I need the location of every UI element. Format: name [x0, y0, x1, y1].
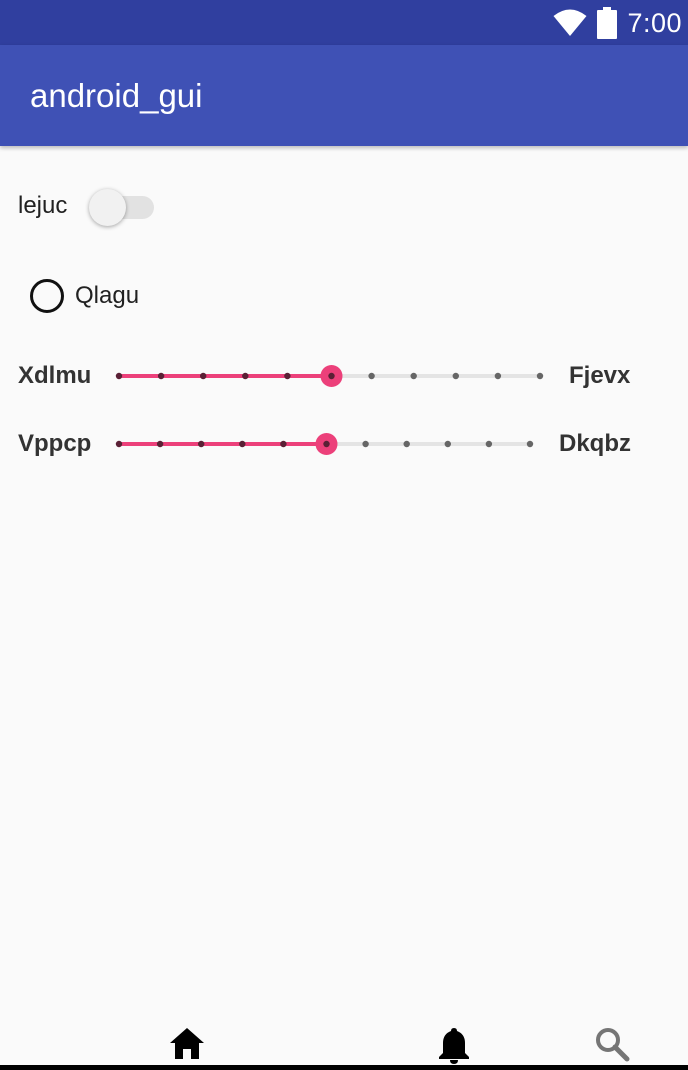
slider-tick [494, 372, 502, 380]
slider-tick [362, 440, 369, 448]
slider-tick [280, 440, 287, 448]
switch-label: lejuc [18, 192, 68, 219]
app-title: android_gui [30, 77, 203, 114]
status-bar: 7:00 [0, 0, 688, 45]
slider-tick [444, 440, 451, 448]
switch-thumb[interactable] [89, 189, 126, 226]
slider-tick [536, 372, 544, 380]
slider-tick [115, 372, 123, 380]
slider-tick [403, 440, 410, 448]
slider-tick [200, 372, 207, 380]
slider-tick [452, 372, 459, 380]
radio-button[interactable] [30, 279, 64, 313]
switch-row[interactable]: lejuc [18, 185, 154, 229]
slider-tick [115, 440, 123, 448]
slider-tick [485, 440, 493, 448]
search-icon[interactable] [594, 1026, 630, 1062]
slider-tick [242, 372, 249, 380]
slider-tick [157, 372, 165, 380]
slider-tick [198, 440, 205, 448]
battery-icon [597, 7, 618, 39]
slider-thumb-tick [323, 440, 330, 448]
slider-tick [410, 372, 417, 380]
slider-tick [526, 440, 534, 448]
slider-thumb-tick [328, 372, 335, 380]
bottom-navigation [0, 1016, 688, 1070]
status-time: 7:00 [627, 7, 682, 38]
slider-row-2: Vppcp Dkqbz [0, 424, 688, 464]
radio-label: Qlagu [75, 282, 140, 309]
home-icon[interactable] [168, 1026, 206, 1062]
slider-row-1: Xdlmu Fjevx [0, 356, 688, 396]
slider-tick [156, 440, 164, 448]
bell-icon[interactable] [436, 1026, 472, 1064]
slider-tick [284, 372, 291, 380]
wifi-icon [553, 9, 587, 36]
radio-button-row[interactable]: Qlagu [28, 276, 188, 316]
slider-tick [239, 440, 246, 448]
app-bar: android_gui [0, 45, 688, 146]
slider-tick [368, 372, 375, 380]
status-icons: 7:00 [553, 6, 682, 40]
bottom-edge [0, 1065, 688, 1070]
slider-end-label: Fjevx [569, 362, 631, 389]
slider-end-label: Dkqbz [559, 430, 631, 457]
